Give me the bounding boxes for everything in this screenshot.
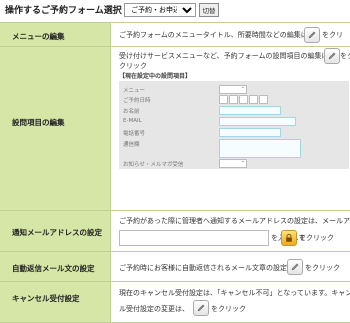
menu-click-text: をクリ (322, 31, 343, 39)
pencil-icon (308, 31, 316, 39)
pencil-icon (197, 304, 205, 312)
header-bar: 操作するご予約フォーム選択 ご予約・お申込 切替 (0, 0, 350, 20)
preview-menu-select: ⌄ (219, 84, 247, 94)
cancel-status-text: 現在のキャンセル受付設定は、「キャンセル不可」となっています。キャンセ (119, 289, 350, 297)
cancel-change-text: ル受付設定の変更は、 (119, 305, 189, 313)
notify-email-input[interactable] (119, 230, 269, 246)
settings-table: メニューの編集 ご予約フォームのメニュータイトル、所要時間などの編集は をクリ … (0, 22, 350, 323)
row-label-autoreply: 自動返信メール文の設定 (12, 264, 95, 273)
row-content-cell: ご予約時にお客様に自動返信されるメール文章の設定は をクリック (111, 252, 350, 281)
preview-label-message: 通信欄 (123, 142, 140, 148)
preview-label-datetime: ご予約日時 (123, 98, 151, 104)
row-content-cell: 受け付けサービスメニューなど、予約フォームの設問項目の編集は をク クリック 【… (111, 47, 350, 210)
row-label-cell: メニューの編集 (0, 23, 111, 46)
row-content-cell: 現在のキャンセル受付設定は、「キャンセル不可」となっています。キャンセ ル受付設… (111, 282, 350, 322)
preview-label-newsletter: お知らせ・メルマガ受信 (123, 162, 184, 168)
preview-date-box-2 (229, 95, 238, 104)
preview-label-email: E-MAIL (123, 118, 142, 124)
chevron-down-icon: ⌄ (240, 158, 245, 164)
autoreply-click-text: をクリック (305, 264, 340, 272)
preview-phone-field (219, 128, 281, 137)
pencil-icon (328, 52, 336, 60)
autoreply-edit-button[interactable] (287, 259, 303, 275)
cancel-edit-button[interactable] (193, 300, 209, 316)
row-label-notify: 通知メールアドレスの設定 (12, 228, 102, 237)
notify-lock-button[interactable] (281, 230, 297, 246)
preview-email-field (219, 117, 296, 126)
lock-icon (286, 233, 292, 242)
row-autoreply: 自動返信メール文の設定 ご予約時にお客様に自動返信されるメール文章の設定は をク… (0, 252, 350, 282)
row-menu-edit: メニューの編集 ご予約フォームのメニュータイトル、所要時間などの編集は をクリ (0, 23, 350, 47)
row-cancel: キャンセル受付設定 現在のキャンセル受付設定は、「キャンセル不可」となっています… (0, 282, 350, 323)
preview-label-phone: 電話番号 (123, 131, 146, 137)
row-label-cell: キャンセル受付設定 (0, 282, 111, 322)
row-fields-edit: 設問項目の編集 受け付けサービスメニューなど、予約フォームの設問項目の編集は を… (0, 47, 350, 211)
current-fields-title: 【現在設定中の設問項目】 (119, 73, 192, 80)
preview-date-box-4 (249, 95, 258, 104)
notify-click-text: をクリック (299, 234, 334, 242)
preview-date-box-1 (219, 95, 228, 104)
preview-label-name: お名前 (123, 109, 140, 115)
row-label-menu: メニューの編集 (12, 32, 65, 41)
row-label-cell: 自動返信メール文の設定 (0, 252, 111, 281)
row-content-cell: ご予約があった際に管理者へ通知するメールアドレスの設定は、メールアドレ を入力し… (111, 211, 350, 251)
chevron-down-icon: ⌄ (240, 84, 245, 90)
preview-date-box-3 (239, 95, 248, 104)
cancel-click-text: をクリック (211, 305, 246, 313)
menu-edit-button[interactable] (304, 27, 320, 43)
preview-message-field (219, 139, 301, 158)
row-content-cell: ご予約フォームのメニュータイトル、所要時間などの編集は をクリ (111, 23, 350, 46)
row-notify-email: 通知メールアドレスの設定 ご予約があった際に管理者へ通知するメールアドレスの設定… (0, 211, 350, 252)
fields-description: 受け付けサービスメニューなど、予約フォームの設問項目の編集は (119, 52, 329, 60)
preview-newsletter-select: ⌄ (219, 158, 247, 168)
page-title: 操作するご予約フォーム選択 (5, 6, 122, 16)
menu-description: ご予約フォームのメニュータイトル、所要時間などの編集は (119, 31, 308, 39)
switch-button[interactable]: 切替 (199, 3, 219, 17)
row-label-fields: 設問項目の編集 (12, 118, 65, 127)
fields-edit-button[interactable] (324, 48, 340, 64)
fields-click-text-2: クリック (119, 62, 147, 70)
form-preview: メニュー ⌄ ご予約日時 お名前 E-MAIL 電話番号 通信欄 お知らせ・メル… (119, 81, 349, 169)
form-select[interactable]: ご予約・お申込 (124, 3, 196, 17)
pencil-icon (291, 263, 299, 271)
preview-date-box-5 (259, 95, 268, 104)
preview-name-field (219, 106, 281, 115)
row-label-cell: 設問項目の編集 (0, 47, 111, 210)
autoreply-description: ご予約時にお客様に自動返信されるメール文章の設定は (119, 264, 294, 272)
fields-click-text: をク (340, 52, 350, 60)
preview-label-menu: メニュー (123, 88, 146, 94)
notify-description: ご予約があった際に管理者へ通知するメールアドレスの設定は、メールアドレ (119, 217, 350, 225)
row-label-cancel: キャンセル受付設定 (12, 294, 80, 303)
row-label-cell: 通知メールアドレスの設定 (0, 211, 111, 251)
